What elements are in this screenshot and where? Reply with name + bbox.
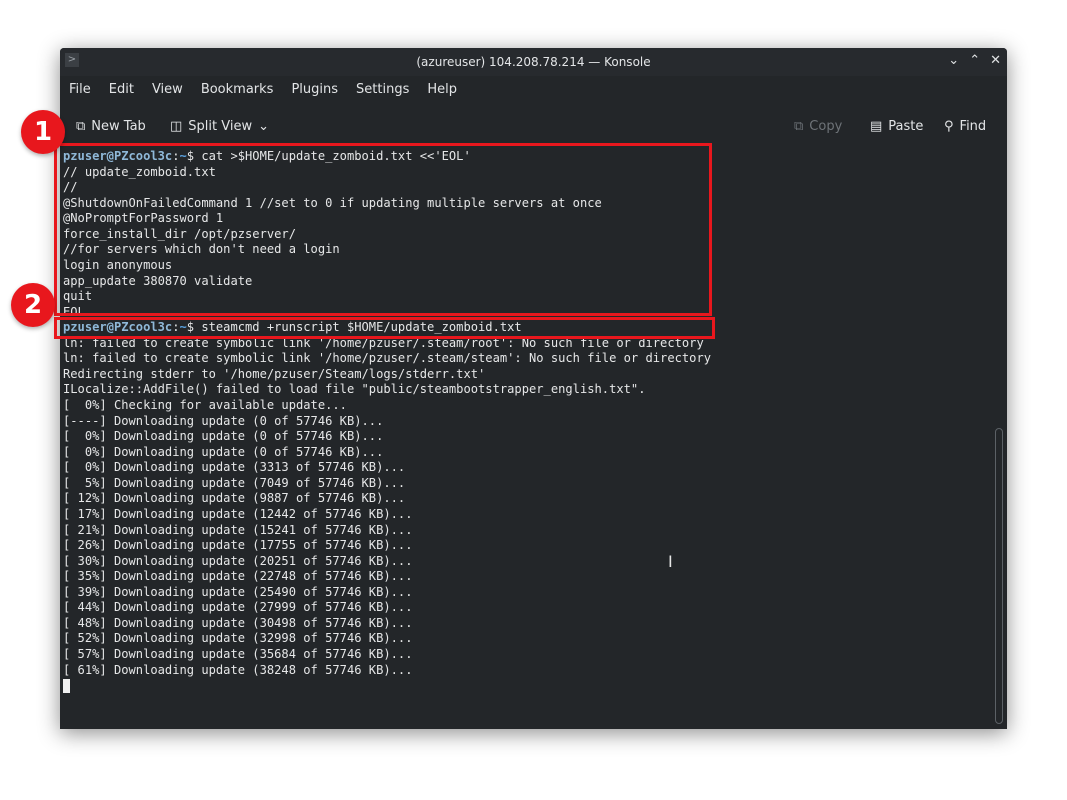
terminal-line: ILocalize::AddFile() failed to load file… [63, 382, 646, 397]
find-button[interactable]: ⚲ Find [944, 119, 986, 134]
annotation-badge-2: 2 [11, 283, 55, 327]
terminal-line: [ 12%] Downloading update (9887 of 57746… [63, 491, 406, 506]
menu-plugins[interactable]: Plugins [282, 78, 347, 104]
menu-settings[interactable]: Settings [347, 78, 418, 104]
maximize-icon[interactable]: ⌃ [969, 53, 980, 68]
menu-bar: File Edit View Bookmarks Plugins Settings Help [60, 78, 466, 104]
terminal-line: [ 5%] Downloading update (7049 of 57746 … [63, 475, 406, 490]
close-icon[interactable]: ✕ [990, 53, 1001, 68]
paste-icon: ▤ [870, 119, 883, 134]
terminal-line: [ 30%] Downloading update (20251 of 5774… [63, 553, 413, 568]
terminal-cursor [63, 678, 70, 693]
terminal-line: [ 35%] Downloading update (22748 of 5774… [63, 569, 413, 584]
window-title: (azureuser) 104.208.78.214 — Konsole [416, 55, 651, 69]
terminal-line: [ 26%] Downloading update (17755 of 5774… [63, 538, 413, 553]
minimize-icon[interactable]: ⌄ [948, 53, 959, 68]
terminal-line: [ 61%] Downloading update (38248 of 5774… [63, 662, 413, 677]
paste-button[interactable]: ▤ Paste [870, 119, 923, 134]
highlight-box-1 [54, 143, 712, 316]
text-cursor-ibeam-icon: I [668, 552, 673, 571]
menu-help[interactable]: Help [418, 78, 466, 104]
terminal-line: [ 0%] Downloading update (0 of 57746 KB)… [63, 429, 384, 444]
terminal-line: [ 57%] Downloading update (35684 of 5774… [63, 647, 413, 661]
menu-file[interactable]: File [60, 78, 100, 104]
terminal-line: ln: failed to create symbolic link '/hom… [63, 351, 712, 366]
terminal-line: [ 17%] Downloading update (12442 of 5774… [63, 506, 413, 521]
terminal-line: [ 39%] Downloading update (25490 of 5774… [63, 584, 413, 599]
menu-edit[interactable]: Edit [100, 78, 143, 104]
copy-icon: ⧉ [794, 119, 804, 134]
search-icon: ⚲ [944, 119, 954, 134]
split-view-icon: ◫ [170, 119, 183, 134]
split-view-button[interactable]: ◫ Split View ⌄ [170, 119, 269, 134]
chevron-down-icon: ⌄ [258, 119, 270, 134]
annotation-badge-1: 1 [21, 110, 65, 154]
terminal-line: [ 0%] Checking for available update... [63, 398, 347, 412]
terminal-line: [ 0%] Downloading update (3313 of 57746 … [63, 460, 406, 475]
new-tab-icon: ⧉ [76, 119, 86, 134]
terminal-line: [ 21%] Downloading update (15241 of 5774… [63, 522, 413, 537]
terminal-line: [----] Downloading update (0 of 57746 KB… [63, 413, 384, 428]
menu-view[interactable]: View [143, 78, 192, 104]
terminal-line: Redirecting stderr to '/home/pzuser/Stea… [63, 366, 486, 381]
terminal-line: [ 0%] Downloading update (0 of 57746 KB)… [63, 444, 384, 459]
copy-button[interactable]: ⧉ Copy [794, 119, 842, 134]
menu-bookmarks[interactable]: Bookmarks [192, 78, 283, 104]
scrollbar[interactable] [995, 428, 1003, 724]
terminal-line: [ 52%] Downloading update (32998 of 5774… [63, 631, 413, 646]
title-bar: > (azureuser) 104.208.78.214 — Konsole ⌄… [60, 48, 1007, 76]
new-tab-button[interactable]: ⧉ New Tab [76, 119, 146, 134]
toolbar: ⧉ New Tab ◫ Split View ⌄ ⧉ Copy ▤ Paste ⚲ Find [60, 114, 1007, 142]
terminal-line [63, 678, 988, 694]
terminal-line: [ 48%] Downloading update (30498 of 5774… [63, 615, 413, 630]
terminal-line: [ 44%] Downloading update (27999 of 5774… [63, 600, 413, 615]
highlight-box-2 [54, 317, 715, 339]
